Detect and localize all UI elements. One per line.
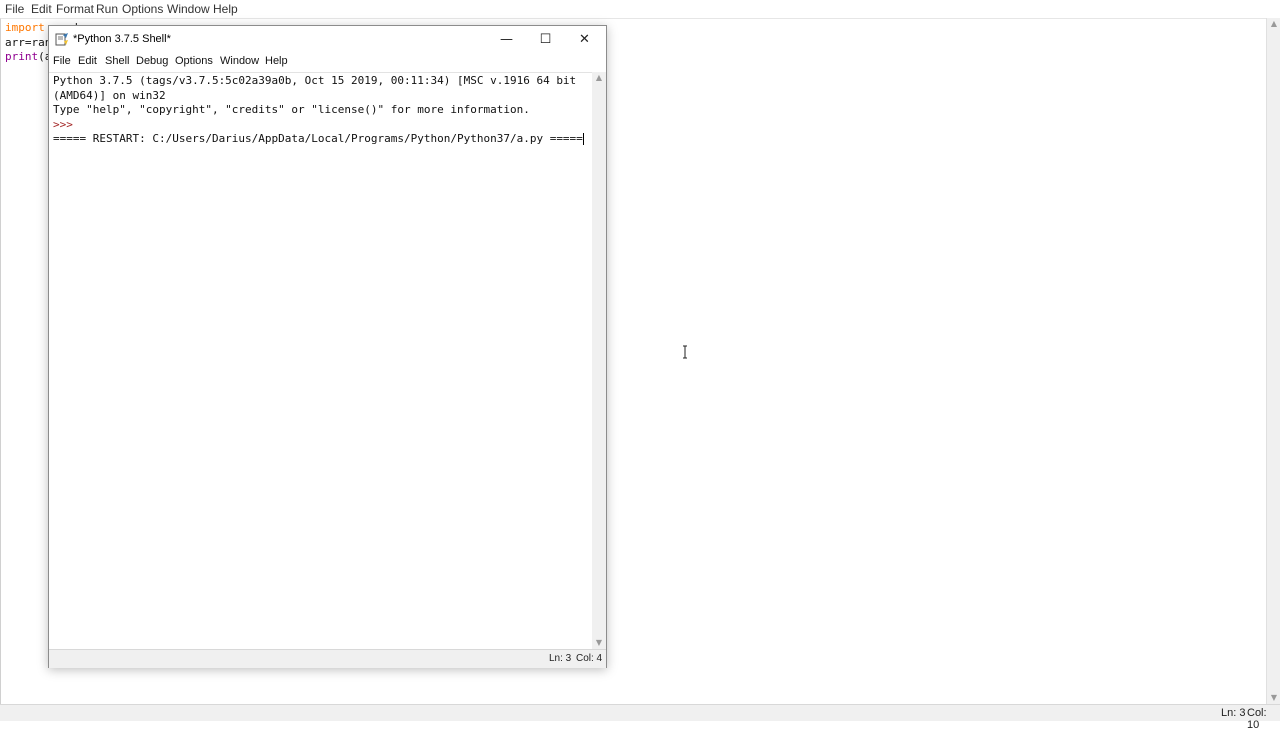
editor-menu-file[interactable]: File <box>5 2 24 16</box>
editor-menu-options[interactable]: Options <box>122 2 163 16</box>
maximize-button[interactable]: ☐ <box>526 26 565 54</box>
editor-status-line: Ln: 3 <box>1221 707 1246 719</box>
shell-menu-window[interactable]: Window <box>220 55 259 67</box>
shell-titlebar[interactable]: *Python 3.7.5 Shell* — ☐ ✕ <box>49 26 606 54</box>
shell-window[interactable]: *Python 3.7.5 Shell* — ☐ ✕ File Edit She… <box>48 25 607 668</box>
scroll-down-icon[interactable]: ▼ <box>1267 692 1280 704</box>
shell-prompt: >>> <box>53 118 80 131</box>
close-icon: ✕ <box>579 32 590 47</box>
code-line-3: print(a <box>5 49 51 64</box>
minimize-button[interactable]: — <box>487 26 526 54</box>
shell-status-line: Ln: 3 <box>549 653 572 664</box>
shell-menu-debug[interactable]: Debug <box>136 55 168 67</box>
shell-statusbar: Ln: 3 Col: 4 <box>49 649 606 668</box>
editor-menu-format[interactable]: Format <box>56 2 94 16</box>
close-button[interactable]: ✕ <box>565 26 604 54</box>
editor-menu-help[interactable]: Help <box>213 2 238 16</box>
editor-statusbar: Ln: 3 Col: 10 <box>0 704 1280 731</box>
shell-banner-line-2: (AMD64)] on win32 <box>53 89 166 102</box>
shell-banner-line-1: Python 3.7.5 (tags/v3.7.5:5c02a39a0b, Oc… <box>53 74 577 87</box>
minimize-icon: — <box>500 32 513 47</box>
shell-menu-file[interactable]: File <box>53 55 71 67</box>
code-keyword-import: import <box>5 21 45 34</box>
scroll-up-icon[interactable]: ▲ <box>592 72 606 84</box>
code-line-2: arr=ran <box>5 36 52 49</box>
shell-menubar: File Edit Shell Debug Options Window Hel… <box>49 54 606 72</box>
editor-menubar: File Edit Format Run Options Window Help <box>0 0 1280 18</box>
maximize-icon: ☐ <box>539 32 552 47</box>
shell-banner-line-3: Type "help", "copyright", "credits" or "… <box>53 103 530 116</box>
shell-menu-edit[interactable]: Edit <box>78 55 97 67</box>
scroll-up-icon[interactable]: ▲ <box>1267 18 1280 30</box>
code-builtin-print: print <box>5 50 39 63</box>
editor-status-col: Col: 10 <box>1247 707 1267 731</box>
editor-menu-window[interactable]: Window <box>167 2 210 16</box>
shell-vertical-scrollbar[interactable]: ▲ ▼ <box>592 72 606 649</box>
editor-vertical-scrollbar[interactable]: ▲ ▼ <box>1266 18 1280 704</box>
editor-menu-run[interactable]: Run <box>96 2 118 16</box>
shell-menu-shell[interactable]: Shell <box>105 55 129 67</box>
shell-menu-options[interactable]: Options <box>175 55 213 67</box>
shell-restart-line: ===== RESTART: C:/Users/Darius/AppData/L… <box>53 131 584 146</box>
text-caret <box>582 133 584 145</box>
text-ibeam-cursor-icon <box>682 345 687 359</box>
shell-output-area[interactable]: Python 3.7.5 (tags/v3.7.5:5c02a39a0b, Oc… <box>49 72 592 650</box>
shell-window-title: *Python 3.7.5 Shell* <box>73 33 171 45</box>
editor-menu-edit[interactable]: Edit <box>31 2 52 16</box>
shell-status-col: Col: 4 <box>576 653 603 664</box>
python-idle-icon <box>55 33 68 46</box>
shell-restart-text: ===== RESTART: C:/Users/Darius/AppData/L… <box>53 132 583 145</box>
scroll-down-icon[interactable]: ▼ <box>592 637 606 649</box>
shell-menu-help[interactable]: Help <box>265 55 288 67</box>
